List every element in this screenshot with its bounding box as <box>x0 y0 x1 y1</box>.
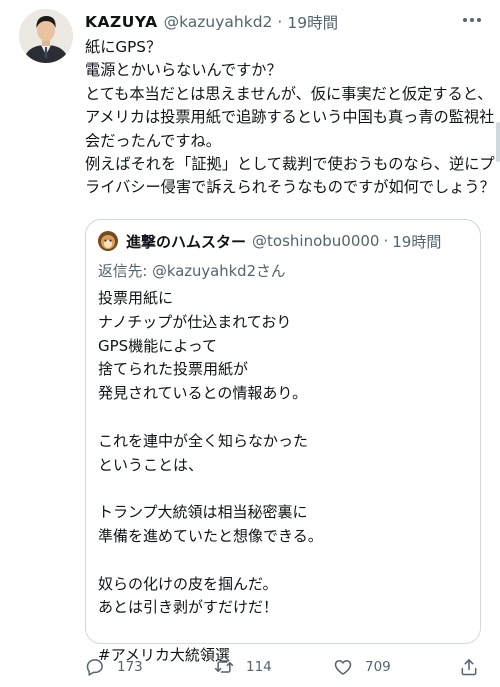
author-avatar[interactable] <box>19 9 73 63</box>
tweet-timestamp[interactable]: 19時間 <box>287 11 338 33</box>
tweet-text: 紙にGPS？ 電源とかいらないんですか？ とても本当だとは思えませんが、仮に事実… <box>85 38 495 197</box>
replying-to-prefix: 返信先: <box>98 263 153 280</box>
replying-to: 返信先: @kazuyahkd2さん <box>98 260 286 281</box>
retweet-count: 114 <box>246 659 272 675</box>
share-button[interactable] <box>459 652 479 682</box>
quoted-author-handle: @toshinobu0000 <box>252 232 380 250</box>
reply-button[interactable]: 173 <box>85 652 143 682</box>
author-handle[interactable]: @kazuyahkd2 <box>164 13 273 31</box>
like-button[interactable]: 709 <box>333 652 391 682</box>
tweet-actions: 173 114 709 <box>85 652 485 682</box>
share-icon <box>461 659 477 676</box>
retweet-icon <box>214 661 234 673</box>
tweet-header: KAZUYA @kazuyahkd2 · 19時間 <box>85 9 486 35</box>
quoted-header-separator: · <box>383 232 389 250</box>
quoted-author-avatar <box>98 231 118 251</box>
reply-icon <box>86 659 103 676</box>
reply-count: 173 <box>117 659 143 675</box>
author-name[interactable]: KAZUYA <box>85 13 158 31</box>
scrollbar[interactable] <box>496 122 500 162</box>
quoted-tweet-header: 進撃のハムスター @toshinobu0000 · 19時間 <box>98 230 441 252</box>
quoted-tweet-timestamp: 19時間 <box>392 232 442 251</box>
quoted-tweet-card[interactable]: 進撃のハムスター @toshinobu0000 · 19時間 返信先: @kaz… <box>85 219 481 664</box>
more-icon <box>463 18 481 22</box>
retweet-button[interactable]: 114 <box>214 652 272 682</box>
replying-to-mention: @kazuyahkd2さん <box>152 263 286 280</box>
more-options-button[interactable] <box>460 10 484 30</box>
header-separator: · <box>277 13 283 31</box>
like-count: 709 <box>365 659 391 675</box>
like-icon <box>334 660 352 675</box>
quoted-tweet-text: 投票用紙に ナノチップが仕込まれており GPS機能によって 捨てられた投票用紙が… <box>98 289 323 664</box>
quoted-author-name: 進撃のハムスター <box>126 232 247 251</box>
